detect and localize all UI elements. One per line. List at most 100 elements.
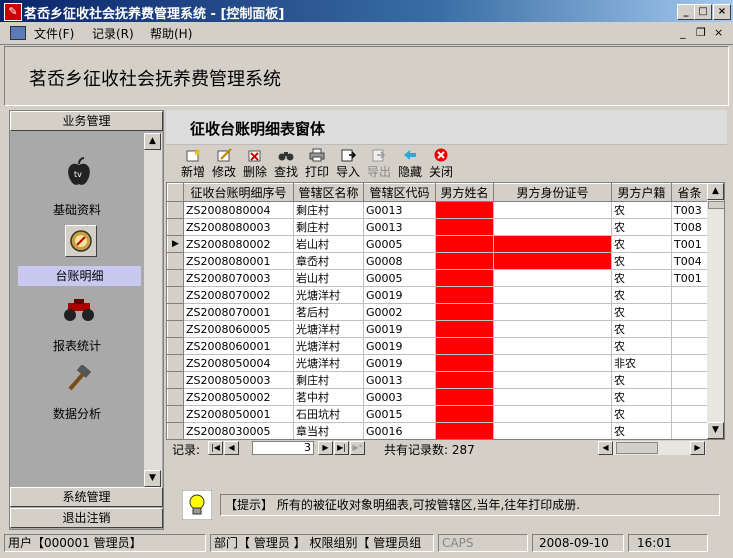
table-row[interactable]: ZS2008080004 剩庄村 G0013 农 T003 [167, 201, 708, 219]
col-header-district-name[interactable]: 管辖区名称 [293, 183, 364, 202]
row-selector[interactable] [167, 320, 184, 338]
grid-row-selector-header[interactable] [167, 183, 184, 202]
table-cell[interactable]: G0016 [363, 422, 436, 439]
menu-record[interactable]: 记录(R) [92, 25, 134, 42]
table-cell[interactable]: 章当村 [293, 422, 364, 439]
table-row[interactable]: ▶ ZS2008080002 岩山村 G0005 农 T001 [167, 235, 708, 253]
table-cell[interactable]: 农 [611, 218, 672, 236]
table-cell[interactable]: G0003 [363, 388, 436, 406]
table-cell[interactable]: 农 [611, 303, 672, 321]
nav-section-system[interactable]: 系统管理 [10, 487, 163, 507]
table-cell[interactable] [493, 235, 612, 253]
table-cell[interactable] [493, 252, 612, 270]
record-number-input[interactable]: 3 [252, 441, 314, 455]
table-cell[interactable] [435, 337, 494, 355]
table-cell[interactable]: T003 [671, 201, 708, 219]
grid-scroll-thumb[interactable] [708, 201, 724, 209]
row-selector[interactable]: ▶ [167, 235, 184, 253]
table-cell[interactable]: ZS2008080003 [183, 218, 294, 236]
grid-scroll-down-icon[interactable]: ▼ [707, 422, 724, 439]
table-cell[interactable] [493, 286, 612, 304]
table-cell[interactable]: 农 [611, 388, 672, 406]
table-cell[interactable]: 岩山村 [293, 269, 364, 287]
row-selector[interactable] [167, 337, 184, 355]
table-cell[interactable]: ZS2008070003 [183, 269, 294, 287]
table-cell[interactable]: G0013 [363, 201, 436, 219]
col-header-male-name[interactable]: 男方姓名 [435, 183, 494, 202]
row-selector[interactable] [167, 371, 184, 389]
first-record-icon[interactable]: |◀ [208, 441, 223, 455]
row-selector[interactable] [167, 354, 184, 372]
compass-icon[interactable] [65, 225, 97, 257]
toolbar-delete-button[interactable]: 删除 [240, 148, 270, 180]
nav-item-report-stats[interactable]: 报表统计 [10, 337, 144, 354]
table-cell[interactable] [435, 286, 494, 304]
table-cell[interactable]: ZS2008050002 [183, 388, 294, 406]
table-cell[interactable]: 农 [611, 235, 672, 253]
table-cell[interactable] [493, 218, 612, 236]
toolbar-export-button[interactable]: 导出 [364, 148, 394, 180]
table-row[interactable]: ZS2008030005 章当村 G0016 农 [167, 422, 708, 439]
app-icon[interactable]: ✎ [4, 3, 22, 21]
table-cell[interactable] [671, 422, 708, 439]
row-selector[interactable] [167, 286, 184, 304]
grid-scroll-up-icon[interactable]: ▲ [707, 183, 724, 200]
table-cell[interactable]: 剩庄村 [293, 201, 364, 219]
table-cell[interactable] [435, 252, 494, 270]
table-row[interactable]: ZS2008050003 剩庄村 G0013 农 [167, 371, 708, 389]
table-cell[interactable]: G0005 [363, 269, 436, 287]
nav-scroll-down-icon[interactable]: ▼ [144, 470, 161, 487]
toolbar-edit-button[interactable]: 修改 [209, 148, 239, 180]
toolbar-close-button[interactable]: 关闭 [426, 148, 456, 180]
grid-scroll-right-icon[interactable]: ▶ [690, 441, 705, 455]
table-cell[interactable] [493, 320, 612, 338]
next-record-icon[interactable]: ▶ [318, 441, 333, 455]
table-cell[interactable]: ZS2008050001 [183, 405, 294, 423]
col-header-district-code[interactable]: 管辖区代码 [363, 183, 436, 202]
table-cell[interactable]: ZS2008030005 [183, 422, 294, 439]
table-cell[interactable] [671, 286, 708, 304]
col-header-ledger-id[interactable]: 征收台账明细序号 [183, 183, 294, 202]
table-row[interactable]: ZS2008080001 章岙村 G0008 农 T004 [167, 252, 708, 270]
table-cell[interactable] [435, 354, 494, 372]
table-cell[interactable]: ZS2008060001 [183, 337, 294, 355]
table-cell[interactable] [671, 303, 708, 321]
table-cell[interactable]: G0019 [363, 354, 436, 372]
new-record-icon[interactable]: ▶* [350, 441, 365, 455]
toolbar-print-button[interactable]: 打印 [302, 148, 332, 180]
table-cell[interactable]: ZS2008050004 [183, 354, 294, 372]
table-cell[interactable]: 石田坑村 [293, 405, 364, 423]
table-cell[interactable]: 非农 [611, 354, 672, 372]
table-cell[interactable]: 农 [611, 269, 672, 287]
table-cell[interactable] [493, 269, 612, 287]
nav-item-basic-data[interactable]: 基础资料 [10, 201, 144, 218]
menu-help[interactable]: 帮助(H) [150, 25, 192, 42]
toolbar-hide-button[interactable]: 隐藏 [395, 148, 425, 180]
table-cell[interactable]: 光塘洋村 [293, 337, 364, 355]
table-cell[interactable]: 茗后村 [293, 303, 364, 321]
table-cell[interactable]: 章岙村 [293, 252, 364, 270]
table-cell[interactable]: ZS2008050003 [183, 371, 294, 389]
table-cell[interactable]: G0019 [363, 320, 436, 338]
menu-file[interactable]: 文件(F) [34, 25, 74, 42]
col-header-male-household[interactable]: 男方户籍 [611, 183, 672, 202]
table-cell[interactable] [493, 337, 612, 355]
grid-scroll-left-icon[interactable]: ◀ [598, 441, 613, 455]
table-row[interactable]: ZS2008050001 石田坑村 G0015 农 [167, 405, 708, 423]
row-selector[interactable] [167, 218, 184, 236]
table-cell[interactable] [493, 388, 612, 406]
table-cell[interactable] [671, 371, 708, 389]
table-cell[interactable] [671, 405, 708, 423]
row-selector[interactable] [167, 201, 184, 219]
row-selector[interactable] [167, 252, 184, 270]
table-cell[interactable] [435, 235, 494, 253]
table-cell[interactable]: 农 [611, 201, 672, 219]
table-cell[interactable]: 光塘洋村 [293, 320, 364, 338]
grid-vertical-scrollbar[interactable]: ▲ ▼ [707, 183, 724, 439]
table-cell[interactable]: 岩山村 [293, 235, 364, 253]
table-cell[interactable] [435, 405, 494, 423]
table-cell[interactable]: 剩庄村 [293, 371, 364, 389]
table-cell[interactable] [671, 354, 708, 372]
atv-icon[interactable] [62, 297, 96, 323]
table-cell[interactable] [493, 354, 612, 372]
